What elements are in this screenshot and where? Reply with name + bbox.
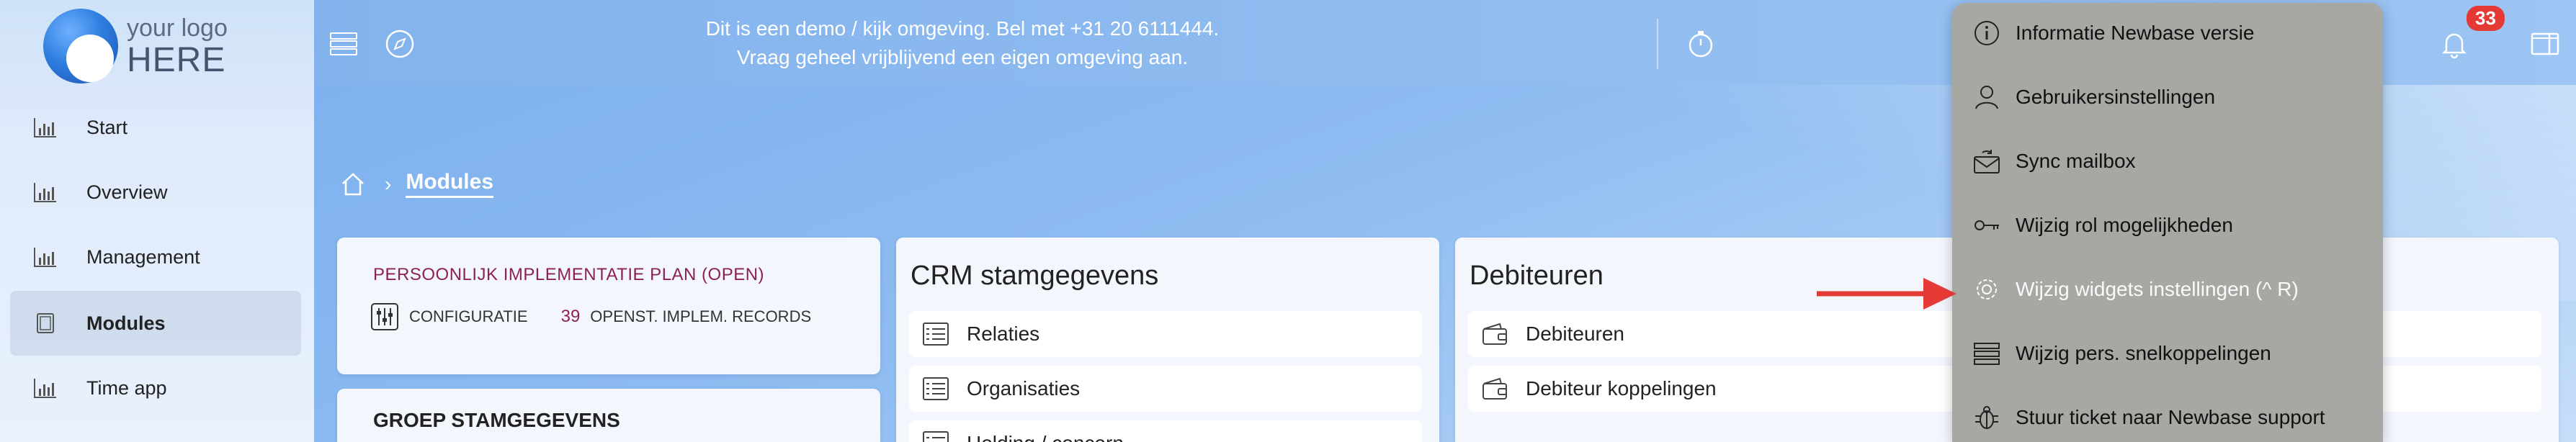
card-title: CRM stamgegevens — [911, 261, 1159, 291]
wallet-icon — [1482, 323, 1507, 345]
list-item-organisaties[interactable]: Organisaties — [909, 366, 1422, 412]
pip-stats-row: CONFIGURATIE 39 OPENST. IMPLEM. RECORDS — [370, 302, 811, 331]
list-item-label: Relaties — [967, 323, 1040, 345]
info-icon — [1975, 21, 1999, 45]
sidebar-item-start[interactable]: Start — [10, 95, 301, 160]
groep-stamgegevens-card: GROEP STAMGEGEVENS — [337, 389, 880, 442]
sidebar: your logo HERE Start Overview Management… — [0, 0, 314, 442]
notification-badge[interactable]: 33 — [2467, 6, 2505, 31]
wallet-icon — [1482, 377, 1507, 400]
chart-icon — [34, 183, 56, 202]
annotation-arrow-icon — [1817, 278, 1956, 310]
sliders-icon — [371, 303, 398, 330]
menu-item-widget-settings[interactable]: Wijzig widgets instellingen (^ R) — [1972, 268, 2376, 311]
list-icon — [1974, 343, 2000, 365]
sidebar-item-label: Overview — [86, 181, 168, 203]
logo-text-line1: your logo — [127, 14, 228, 42]
sidebar-item-label: Management — [86, 245, 200, 268]
list-item-label: Debiteuren — [1526, 323, 1624, 345]
menu-item-shortcuts[interactable]: Wijzig pers. snelkoppelingen — [1972, 332, 2376, 375]
card-title: Debiteuren — [1470, 261, 1604, 291]
table-list-icon — [923, 377, 949, 400]
list-item-holding[interactable]: Holding / concern — [909, 420, 1422, 442]
logo-inner-circle — [66, 35, 114, 82]
stopwatch-icon[interactable] — [1686, 29, 1716, 59]
chevron-right-icon: › — [385, 172, 392, 195]
panel-toggle-icon[interactable] — [2530, 29, 2560, 59]
configuratie-link[interactable]: CONFIGURATIE — [409, 307, 528, 326]
table-list-icon — [923, 323, 949, 346]
chart-icon — [34, 248, 56, 267]
modules-icon — [37, 313, 54, 333]
home-icon[interactable] — [340, 171, 366, 197]
open-records-count: 39 — [560, 307, 581, 326]
user-icon — [1975, 86, 1998, 109]
demo-notice-line1: Dit is een demo / kijk omgeving. Bel met… — [705, 17, 1220, 40]
breadcrumb: › Modules — [340, 170, 493, 198]
menu-item-label: Informatie Newbase versie — [2016, 22, 2255, 44]
menu-item-label: Gebruikersinstellingen — [2016, 86, 2216, 108]
demo-notice: Dit is een demo / kijk omgeving. Bel met… — [314, 14, 1611, 72]
user-settings-dropdown: Informatie Newbase versie Gebruikersinst… — [1952, 3, 2383, 442]
table-list-icon — [923, 431, 949, 442]
sidebar-item-overview[interactable]: Overview — [10, 160, 301, 225]
logo-text-line2: HERE — [127, 41, 226, 79]
logo[interactable]: your logo HERE — [0, 0, 314, 85]
list-item-relaties[interactable]: Relaties — [909, 311, 1422, 357]
implementation-plan-card: PERSOONLIJK IMPLEMENTATIE PLAN (OPEN) CO… — [337, 238, 880, 374]
list-item-label: Holding / concern — [967, 432, 1124, 442]
key-icon — [1975, 220, 1999, 230]
list-item-label: Organisaties — [967, 377, 1081, 400]
sidebar-item-time-app[interactable]: Time app — [10, 356, 301, 420]
list-item-label: Debiteur koppelingen — [1526, 377, 1717, 400]
menu-item-label: Stuur ticket naar Newbase support — [2016, 406, 2325, 428]
demo-notice-line2: Vraag geheel vrijblijvend een eigen omge… — [736, 46, 1189, 68]
open-records-link[interactable]: OPENST. IMPLEM. RECORDS — [590, 307, 811, 326]
menu-item-label: Wijzig rol mogelijkheden — [2016, 214, 2233, 236]
menu-item-support-ticket[interactable]: Stuur ticket naar Newbase support — [1972, 396, 2376, 439]
menu-item-label: Wijzig pers. snelkoppelingen — [2016, 342, 2271, 364]
bug-icon — [1975, 406, 1998, 429]
crm-stamgegevens-card: CRM stamgegevens Relaties Organisaties H… — [896, 238, 1439, 442]
menu-item-user-settings[interactable]: Gebruikersinstellingen — [1972, 76, 2376, 119]
breadcrumb-current[interactable]: Modules — [406, 170, 493, 198]
sidebar-item-management[interactable]: Management — [10, 225, 301, 289]
gear-icon — [1977, 279, 1997, 299]
divider — [1657, 19, 1658, 69]
menu-item-change-role[interactable]: Wijzig rol mogelijkheden — [1972, 204, 2376, 247]
chart-icon — [34, 379, 56, 398]
menu-item-info[interactable]: Informatie Newbase versie — [1972, 12, 2376, 55]
sidebar-item-modules[interactable]: Modules — [10, 291, 301, 356]
card-title[interactable]: PERSOONLIJK IMPLEMENTATIE PLAN (OPEN) — [373, 265, 764, 285]
mail-sync-icon — [1974, 150, 2000, 173]
menu-item-sync-mailbox[interactable]: Sync mailbox — [1972, 140, 2376, 183]
menu-item-label: Wijzig widgets instellingen (^ R) — [2016, 278, 2299, 300]
sidebar-item-label: Start — [86, 116, 128, 138]
bell-icon[interactable] — [2439, 29, 2469, 59]
sidebar-item-label: Modules — [86, 312, 166, 334]
menu-item-label: Sync mailbox — [2016, 150, 2136, 172]
sidebar-item-label: Time app — [86, 376, 167, 399]
card-title: GROEP STAMGEGEVENS — [373, 409, 620, 431]
chart-icon — [34, 118, 56, 137]
